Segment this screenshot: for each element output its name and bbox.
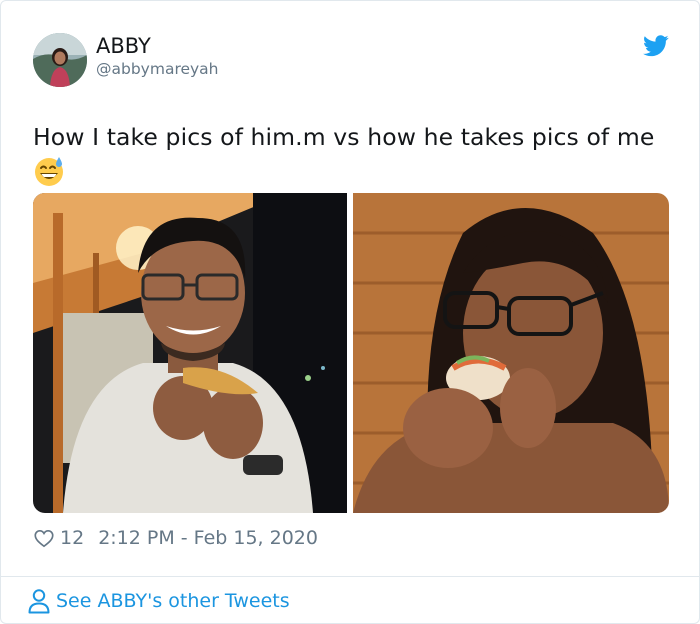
heart-icon[interactable]: [33, 527, 55, 549]
twitter-bird-icon[interactable]: [643, 35, 669, 57]
tweet-timestamp[interactable]: 2:12 PM - Feb 15, 2020: [98, 527, 318, 549]
avatar[interactable]: [33, 33, 87, 87]
see-other-tweets-link[interactable]: See ABBY's other Tweets: [27, 587, 290, 615]
tweet-header: ABBY @abbymareyah: [33, 33, 669, 89]
grinning-face-with-sweat-icon: [33, 155, 65, 187]
tweet-text-body: How I take pics of him.m vs how he takes…: [33, 123, 655, 151]
tweet-media: [33, 193, 669, 513]
divider: [1, 576, 700, 577]
person-icon: [28, 589, 50, 614]
see-other-tweets-label[interactable]: See ABBY's other Tweets: [56, 590, 290, 612]
tweet-meta: 12 2:12 PM - Feb 15, 2020: [33, 525, 318, 551]
tweet-text: How I take pics of him.m vs how he takes…: [33, 121, 673, 188]
user-handle[interactable]: @abbymareyah: [96, 60, 219, 78]
display-name[interactable]: ABBY: [96, 34, 151, 58]
tweet-card: ABBY @abbymareyah How I take pics of him…: [0, 0, 700, 624]
like-count[interactable]: 12: [60, 527, 84, 549]
woman-eating-sandwich-photo[interactable]: [353, 193, 669, 513]
man-eating-taco-photo[interactable]: [33, 193, 347, 513]
